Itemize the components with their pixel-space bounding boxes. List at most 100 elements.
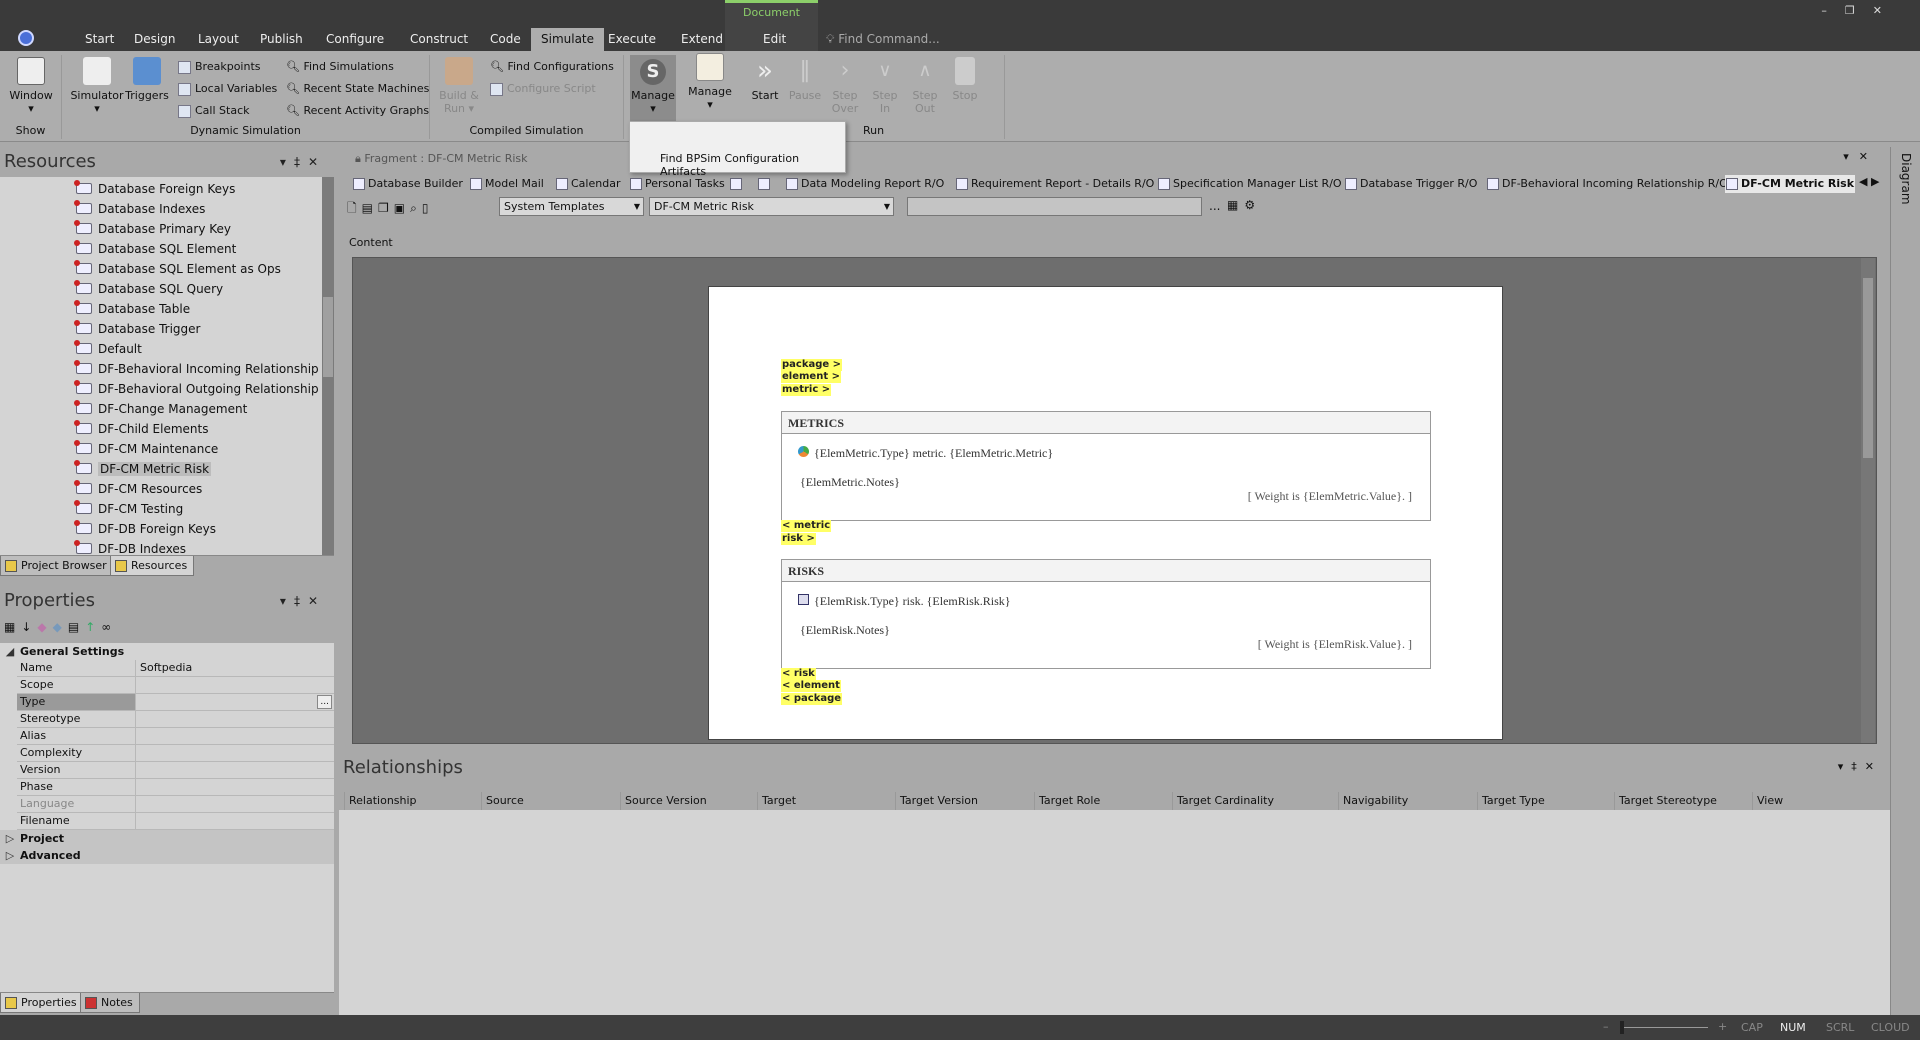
tab-project-browser[interactable]: Project Browser — [0, 556, 114, 576]
resource-item[interactable]: DF-CM Maintenance — [74, 439, 218, 459]
settings-icon[interactable]: ⚙ — [1244, 198, 1261, 212]
property-row[interactable]: Scope — [17, 677, 334, 694]
configure-script-button[interactable]: Configure Script — [490, 79, 596, 99]
window-button[interactable]: Window ▾ — [6, 57, 56, 115]
editor-controls[interactable]: ▾✕ — [1843, 150, 1878, 163]
column-header[interactable]: Target Type — [1477, 792, 1545, 810]
resources-scrollbar[interactable] — [322, 177, 334, 555]
find-icon[interactable]: ⌕ — [410, 201, 422, 215]
group-project[interactable]: ▷ Project — [0, 830, 334, 847]
column-header[interactable]: Target — [757, 792, 796, 810]
column-header[interactable]: Target Cardinality — [1172, 792, 1274, 810]
zoom-in-button[interactable]: + — [1718, 1020, 1727, 1033]
call-stack-button[interactable]: Call Stack — [178, 101, 249, 121]
document-tab[interactable]: Database Trigger R/O — [1344, 175, 1477, 193]
resource-item[interactable]: DF-Behavioral Outgoing Relationship — [74, 379, 319, 399]
document-tab[interactable]: Specification Manager List R/O — [1157, 175, 1342, 193]
manage-button[interactable]: Manage ▾ — [685, 53, 735, 111]
categorized-icon[interactable]: ▦ — [4, 620, 21, 634]
add-icon[interactable]: ◆ — [37, 620, 52, 634]
find-command[interactable]: 💡︎ Find Command... — [826, 28, 940, 51]
search-input[interactable] — [907, 197, 1202, 216]
recent-state-machines-button[interactable]: 🔍︎ Recent State Machines — [286, 79, 429, 99]
document-page[interactable]: package > element > metric > METRICS {El… — [708, 286, 1503, 740]
column-header[interactable]: Source — [481, 792, 524, 810]
app-menu-icon[interactable] — [18, 30, 34, 46]
ellipsis-button[interactable]: ... — [317, 695, 332, 709]
image-icon[interactable]: ▣ — [394, 201, 410, 215]
page-icon[interactable]: ▯ — [422, 201, 434, 215]
property-row[interactable]: Alias — [17, 728, 334, 745]
tab-properties[interactable]: Properties — [0, 993, 84, 1013]
resource-item[interactable]: DF-CM Metric Risk — [74, 459, 212, 479]
calendar-icon[interactable]: ▦ — [1227, 198, 1244, 212]
property-row[interactable]: Phase — [17, 779, 334, 796]
resource-item[interactable]: Database Primary Key — [74, 219, 231, 239]
column-header[interactable]: View — [1752, 792, 1783, 810]
find-configurations-button[interactable]: 🔍︎ Find Configurations — [490, 57, 614, 77]
tab-code[interactable]: Code — [480, 28, 531, 51]
document-tab[interactable]: Calendar — [555, 175, 620, 193]
resource-item[interactable]: Database Foreign Keys — [74, 179, 235, 199]
sort-az-icon[interactable]: ↓ — [21, 620, 37, 634]
build-run-button[interactable]: Build & Run ▾ — [434, 57, 484, 115]
step-in-button[interactable]: ∨ Step In — [867, 57, 903, 115]
resource-item[interactable]: Default — [74, 339, 142, 359]
column-header[interactable]: Target Stereotype — [1614, 792, 1717, 810]
resource-item[interactable]: DF-Change Management — [74, 399, 247, 419]
tab-scroll-arrows[interactable]: ◀ ▶ — [1859, 175, 1879, 188]
editor-toolbar[interactable]: 🗋▤❐▣⌕▯ — [347, 199, 433, 220]
local-variables-button[interactable]: Local Variables — [178, 79, 277, 99]
column-header[interactable]: Target Role — [1034, 792, 1100, 810]
resource-item[interactable]: DF-DB Foreign Keys — [74, 519, 216, 539]
new-icon[interactable]: 🗋 — [347, 201, 362, 215]
extra-toolbar[interactable]: ▦⚙ — [1227, 198, 1261, 212]
arrow-up-icon[interactable]: ↑ — [85, 620, 101, 634]
diagram-side-tab[interactable]: Diagram — [1890, 147, 1920, 1015]
document-tab[interactable]: DF-Behavioral Incoming Relationship R/O — [1486, 175, 1728, 193]
manage-bpsim-button[interactable]: S Manage ▾ — [630, 55, 676, 121]
recent-activity-graphs-button[interactable]: 🔍︎ Recent Activity Graphs — [286, 101, 429, 121]
property-row[interactable]: Version — [17, 762, 334, 779]
panel-controls[interactable]: ▾‡✕ — [280, 147, 326, 177]
column-header[interactable]: Target Version — [895, 792, 978, 810]
pause-button[interactable]: ‖ Pause — [787, 57, 823, 102]
tab-publish[interactable]: Publish — [250, 28, 313, 51]
tab-notes[interactable]: Notes — [80, 993, 140, 1013]
column-header[interactable]: Navigability — [1338, 792, 1408, 810]
property-row[interactable]: Language — [17, 796, 334, 813]
resource-item[interactable]: DF-Child Elements — [74, 419, 209, 439]
column-header[interactable]: Relationship — [344, 792, 417, 810]
tab-extend[interactable]: Extend — [671, 28, 733, 51]
stop-button[interactable]: Stop — [947, 57, 983, 102]
tab-construct[interactable]: Construct — [400, 28, 478, 51]
column-header[interactable]: Source Version — [620, 792, 707, 810]
zoom-out-button[interactable]: – — [1603, 1020, 1609, 1033]
window-controls[interactable]: –❐✕ — [1821, 4, 1900, 17]
property-row[interactable]: Complexity — [17, 745, 334, 762]
document-tab[interactable]: DF-CM Metric Risk R/O — [1725, 175, 1855, 193]
panel-controls[interactable]: ▾‡✕ — [280, 586, 326, 616]
resource-item[interactable]: Database SQL Query — [74, 279, 223, 299]
tab-simulate[interactable]: Simulate — [531, 28, 605, 51]
resource-item[interactable]: DF-CM Testing — [74, 499, 183, 519]
template-select[interactable]: System Templates ▼ — [499, 197, 644, 216]
glasses-icon[interactable]: ∞ — [101, 620, 117, 634]
resource-item[interactable]: Database SQL Element — [74, 239, 236, 259]
resource-item[interactable]: Database Table — [74, 299, 190, 319]
property-row[interactable]: Filename — [17, 813, 334, 830]
resource-item[interactable]: Database SQL Element as Ops — [74, 259, 281, 279]
step-out-button[interactable]: ∧ Step Out — [907, 57, 943, 115]
tab-edit[interactable]: Edit — [753, 28, 796, 51]
properties-icon[interactable]: ▤ — [68, 620, 85, 634]
group-advanced[interactable]: ▷ Advanced — [0, 847, 334, 864]
group-general-settings[interactable]: ◢ General Settings — [0, 643, 124, 660]
ellipsis-button[interactable]: ... — [1209, 199, 1220, 213]
menu-item-find-bpsim-configuration-artifacts[interactable]: Find BPSim Configuration Artifacts — [660, 152, 845, 178]
tab-execute[interactable]: Execute — [598, 28, 666, 51]
start-button[interactable]: » Start — [747, 57, 783, 102]
tab-design[interactable]: Design — [124, 28, 185, 51]
content-scrollbar[interactable] — [1861, 258, 1875, 743]
remove-icon[interactable]: ◆ — [53, 620, 68, 634]
fragment-select[interactable]: DF-CM Metric Risk ▼ — [649, 197, 894, 216]
